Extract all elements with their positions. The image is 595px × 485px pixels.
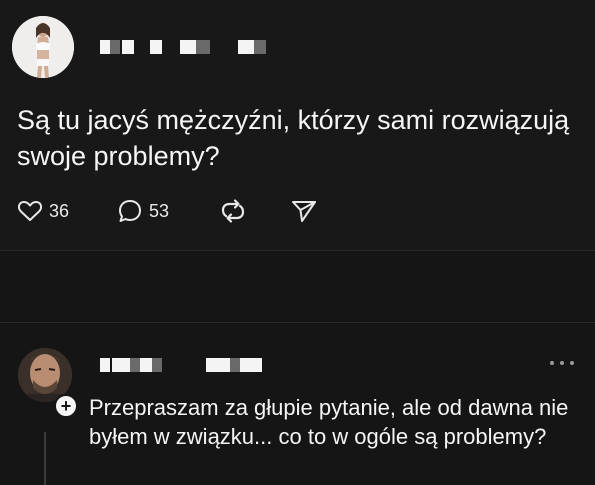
heart-icon: [17, 200, 43, 221]
like-count: 36: [49, 200, 70, 221]
share-button[interactable]: [290, 196, 318, 226]
repost-icon: [221, 199, 245, 223]
comment-bubble-icon: [119, 200, 141, 222]
repost-button[interactable]: [219, 196, 247, 226]
reply-divider: [0, 322, 595, 323]
comment-count: 53: [149, 200, 170, 221]
author-name-censored[interactable]: [100, 40, 270, 54]
reply-text: Przepraszam za głupie pytanie, ale od da…: [89, 395, 569, 449]
thread-line: [44, 432, 46, 485]
reply-author-name-censored[interactable]: [100, 358, 270, 372]
comment-button[interactable]: 53: [117, 196, 169, 226]
author-avatar-image: [12, 16, 74, 78]
like-button[interactable]: 36: [17, 196, 69, 226]
author-avatar[interactable]: [12, 16, 74, 78]
more-dots-icon[interactable]: [547, 356, 577, 370]
post-text: Są tu jacyś mężczyźni, którzy sami rozwi…: [17, 105, 570, 171]
post-card: Są tu jacyś mężczyźni, którzy sami rozwi…: [0, 0, 595, 250]
send-icon: [292, 201, 316, 222]
divider: [0, 250, 595, 251]
follow-plus-icon[interactable]: +: [54, 394, 78, 418]
